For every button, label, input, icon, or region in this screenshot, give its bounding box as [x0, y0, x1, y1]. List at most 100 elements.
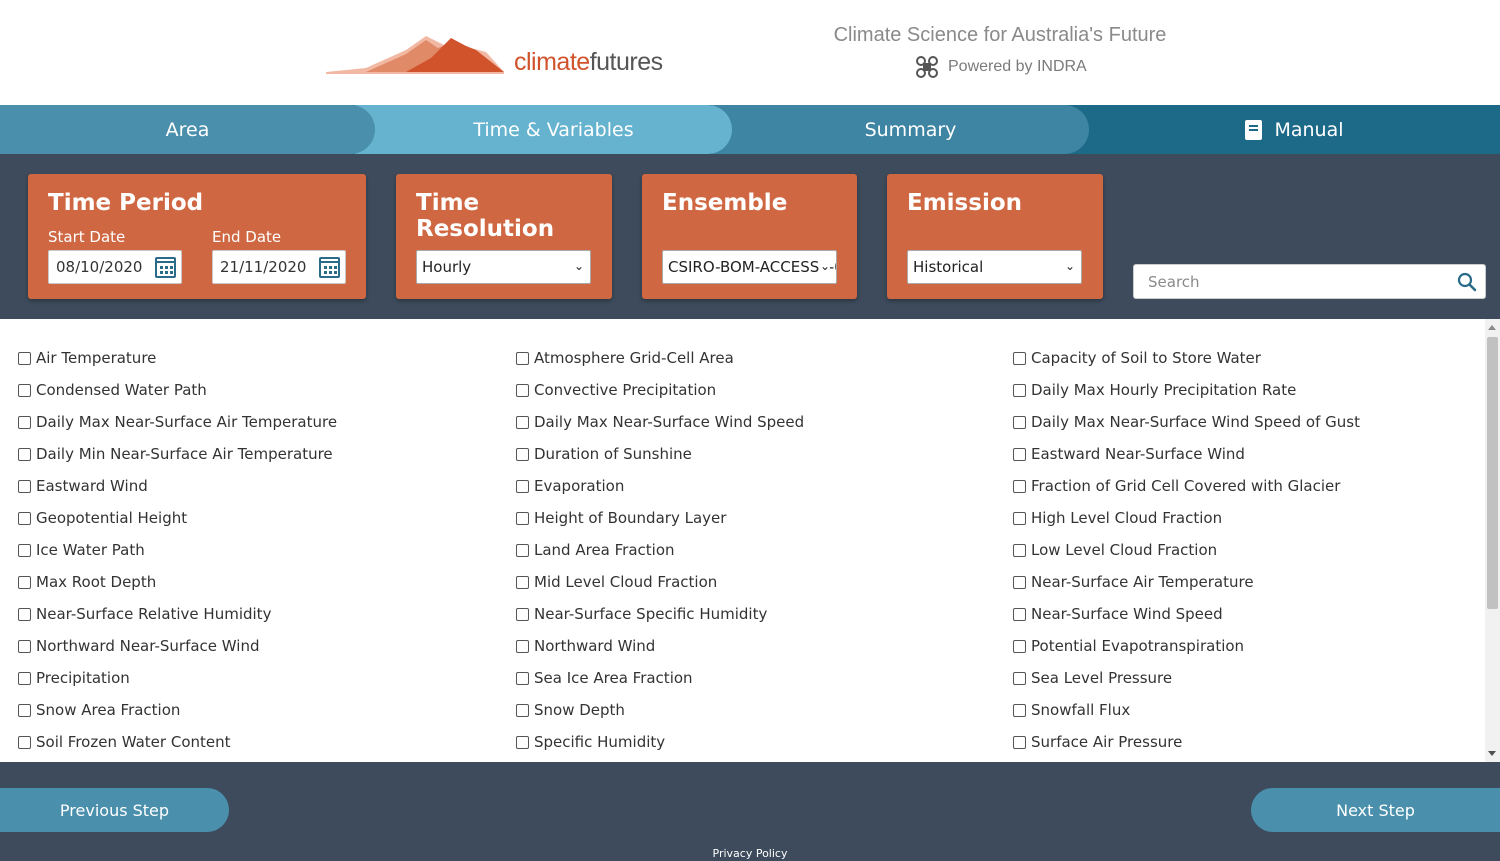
variable-item[interactable]: Specific Humidity: [516, 726, 804, 758]
variable-checkbox[interactable]: [18, 511, 31, 525]
variable-item[interactable]: Height of Boundary Layer: [516, 502, 804, 534]
variable-item[interactable]: Near-Surface Relative Humidity: [18, 598, 337, 630]
tab-area[interactable]: Area: [0, 105, 375, 154]
variable-checkbox[interactable]: [18, 383, 31, 397]
variable-checkbox[interactable]: [1013, 415, 1026, 429]
variable-item[interactable]: Near-Surface Air Temperature: [1013, 566, 1360, 598]
variable-checkbox[interactable]: [1013, 703, 1026, 717]
variable-item[interactable]: Daily Max Near-Surface Wind Speed of Gus…: [1013, 406, 1360, 438]
variable-item[interactable]: High Level Cloud Fraction: [1013, 502, 1360, 534]
variable-checkbox[interactable]: [18, 575, 31, 589]
variable-item[interactable]: Land Area Fraction: [516, 534, 804, 566]
variable-checkbox[interactable]: [18, 479, 31, 493]
variable-checkbox[interactable]: [1013, 511, 1026, 525]
search-icon[interactable]: [1457, 272, 1477, 292]
variable-item[interactable]: Sea Ice Area Fraction: [516, 662, 804, 694]
climate-futures-logo[interactable]: climatefutures: [326, 28, 686, 78]
start-date-input[interactable]: 08/10/2020: [48, 250, 182, 284]
variable-item[interactable]: Snowfall Flux: [1013, 694, 1360, 726]
variable-item[interactable]: Daily Max Near-Surface Wind Speed: [516, 406, 804, 438]
scrollbar[interactable]: [1485, 319, 1500, 762]
variable-item[interactable]: Northward Near-Surface Wind: [18, 630, 337, 662]
variable-checkbox[interactable]: [1013, 735, 1026, 749]
variable-checkbox[interactable]: [1013, 639, 1026, 653]
variable-checkbox[interactable]: [18, 543, 31, 557]
next-step-button[interactable]: Next Step: [1251, 788, 1500, 832]
tab-time-variables[interactable]: Time & Variables: [355, 105, 732, 154]
ensemble-select[interactable]: CSIRO-BOM-ACCESS1-0 ⌄: [662, 250, 837, 284]
variable-item[interactable]: Daily Max Hourly Precipitation Rate: [1013, 374, 1360, 406]
variable-checkbox[interactable]: [18, 607, 31, 621]
calendar-icon[interactable]: [319, 257, 340, 278]
variable-item[interactable]: Surface Air Pressure: [1013, 726, 1360, 758]
variable-checkbox[interactable]: [516, 607, 529, 621]
variable-item[interactable]: Eastward Near-Surface Wind: [1013, 438, 1360, 470]
variable-item[interactable]: Precipitation: [18, 662, 337, 694]
variable-item[interactable]: Condensed Water Path: [18, 374, 337, 406]
variable-item[interactable]: Low Level Cloud Fraction: [1013, 534, 1360, 566]
variable-checkbox[interactable]: [18, 447, 31, 461]
variable-item[interactable]: Soil Frozen Water Content: [18, 726, 337, 758]
variable-checkbox[interactable]: [18, 735, 31, 749]
end-date-input[interactable]: 21/11/2020: [212, 250, 346, 284]
variable-item[interactable]: Northward Wind: [516, 630, 804, 662]
variable-item[interactable]: Evaporation: [516, 470, 804, 502]
variable-item[interactable]: Capacity of Soil to Store Water: [1013, 342, 1360, 374]
variable-checkbox[interactable]: [18, 703, 31, 717]
emission-select[interactable]: Historical ⌄: [907, 250, 1082, 284]
variable-checkbox[interactable]: [516, 575, 529, 589]
variable-item[interactable]: Near-Surface Specific Humidity: [516, 598, 804, 630]
variable-checkbox[interactable]: [516, 671, 529, 685]
time-resolution-select[interactable]: Hourly ⌄: [416, 250, 591, 284]
variable-checkbox[interactable]: [1013, 351, 1026, 365]
variable-item[interactable]: Potential Evapotranspiration: [1013, 630, 1360, 662]
variable-checkbox[interactable]: [516, 735, 529, 749]
variable-checkbox[interactable]: [18, 351, 31, 365]
variable-checkbox[interactable]: [516, 415, 529, 429]
variable-checkbox[interactable]: [18, 639, 31, 653]
variable-item[interactable]: Sea Level Pressure: [1013, 662, 1360, 694]
tab-summary[interactable]: Summary: [712, 105, 1089, 154]
variable-item[interactable]: Atmosphere Grid-Cell Area: [516, 342, 804, 374]
variable-checkbox[interactable]: [1013, 543, 1026, 557]
variable-checkbox[interactable]: [1013, 607, 1026, 621]
variable-checkbox[interactable]: [516, 383, 529, 397]
variable-item[interactable]: Duration of Sunshine: [516, 438, 804, 470]
privacy-policy-link[interactable]: Privacy Policy: [0, 847, 1500, 860]
variable-item[interactable]: Fraction of Grid Cell Covered with Glaci…: [1013, 470, 1360, 502]
variable-item[interactable]: Convective Precipitation: [516, 374, 804, 406]
variable-item[interactable]: Eastward Wind: [18, 470, 337, 502]
variable-item[interactable]: Daily Min Near-Surface Air Temperature: [18, 438, 337, 470]
variable-checkbox[interactable]: [1013, 575, 1026, 589]
variable-checkbox[interactable]: [1013, 383, 1026, 397]
scrollbar-thumb[interactable]: [1487, 337, 1498, 609]
search-input[interactable]: [1134, 265, 1454, 298]
variable-checkbox[interactable]: [516, 543, 529, 557]
variable-item[interactable]: Daily Max Near-Surface Air Temperature: [18, 406, 337, 438]
scroll-down-arrow-icon[interactable]: [1488, 751, 1496, 756]
variable-checkbox[interactable]: [1013, 671, 1026, 685]
time-period-title: Time Period: [48, 190, 204, 216]
tab-manual[interactable]: Manual: [1069, 105, 1500, 154]
variable-checkbox[interactable]: [516, 639, 529, 653]
variable-checkbox[interactable]: [516, 447, 529, 461]
variable-checkbox[interactable]: [1013, 479, 1026, 493]
variable-checkbox[interactable]: [18, 415, 31, 429]
variable-item[interactable]: Snow Depth: [516, 694, 804, 726]
variable-item[interactable]: Air Temperature: [18, 342, 337, 374]
previous-step-button[interactable]: Previous Step: [0, 788, 229, 832]
variable-checkbox[interactable]: [18, 671, 31, 685]
variable-checkbox[interactable]: [516, 351, 529, 365]
variable-item[interactable]: Ice Water Path: [18, 534, 337, 566]
variable-checkbox[interactable]: [516, 479, 529, 493]
variable-item[interactable]: Snow Area Fraction: [18, 694, 337, 726]
variable-item[interactable]: Max Root Depth: [18, 566, 337, 598]
variable-checkbox[interactable]: [516, 703, 529, 717]
calendar-icon[interactable]: [155, 257, 176, 278]
variable-item[interactable]: Geopotential Height: [18, 502, 337, 534]
scroll-up-arrow-icon[interactable]: [1488, 325, 1496, 330]
variable-item[interactable]: Near-Surface Wind Speed: [1013, 598, 1360, 630]
variable-checkbox[interactable]: [516, 511, 529, 525]
variable-item[interactable]: Mid Level Cloud Fraction: [516, 566, 804, 598]
variable-checkbox[interactable]: [1013, 447, 1026, 461]
